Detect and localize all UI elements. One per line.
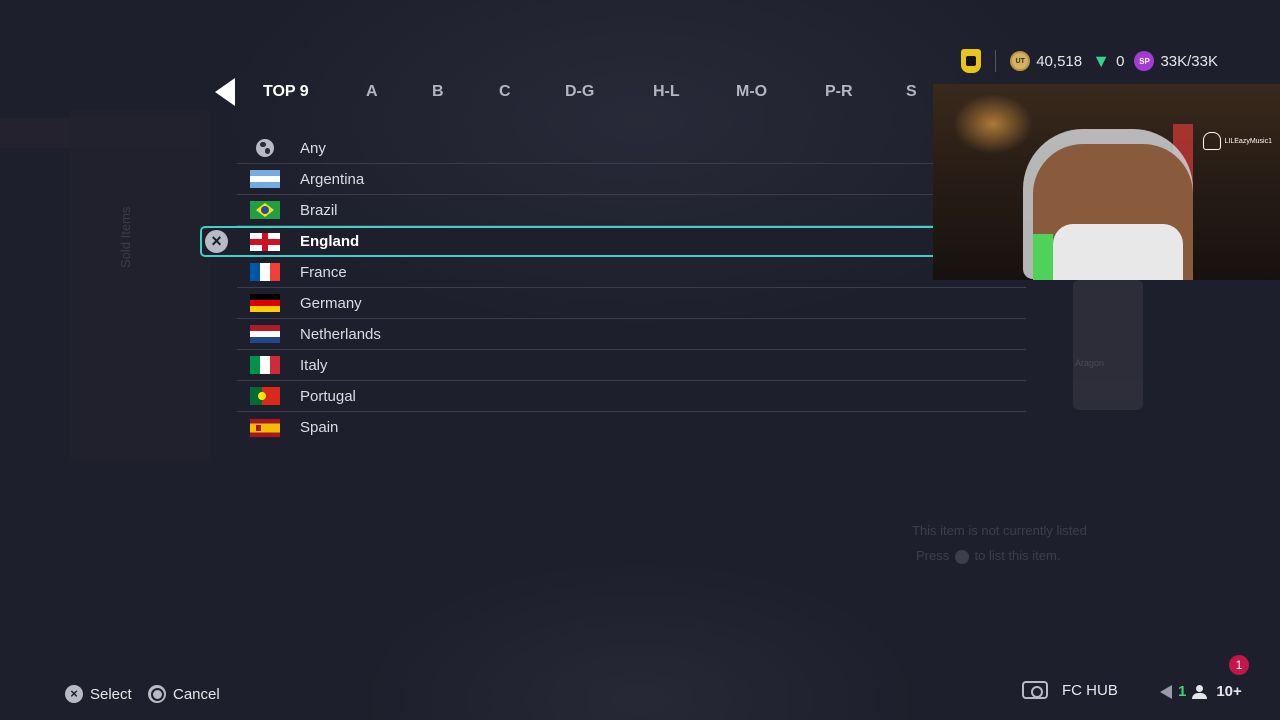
nation-label: England [300,233,360,250]
touchpad-icon [1022,681,1048,699]
snapchat-icon [1202,132,1221,150]
nation-label: Portugal [300,387,356,405]
tab-m-o[interactable]: M-O [736,83,767,101]
select-label: Select [90,685,132,703]
listing-status-text: This item is not currently listed [912,523,1087,538]
friends-count: 10+ [1216,683,1242,700]
france-flag-icon [250,263,280,281]
webcam-lamp [953,94,1033,154]
sp-stat: SP 33K/33K [1134,51,1218,71]
nation-row-italy[interactable]: Italy [237,350,1026,381]
nation-label: Spain [300,419,339,436]
nation-label: Netherlands [300,325,381,343]
select-hint[interactable]: × Select [65,685,132,703]
spain-flag-icon [250,418,280,437]
nation-row-portugal[interactable]: Portugal [237,381,1026,412]
divider [995,50,997,72]
cancel-label: Cancel [173,685,220,703]
nation-row-netherlands[interactable]: Netherlands [237,319,1026,350]
points-value: 0 [1116,52,1125,70]
webcam-shirt [1053,224,1183,280]
fc-hub-label: FC HUB [1062,681,1118,699]
fc-points-icon: ▼ [1092,51,1111,71]
nation-label: Brazil [300,201,338,219]
snapchat-handle-text: LILEazyMusic1 [1224,137,1272,145]
tab-p-r[interactable]: P-R [825,83,853,101]
england-flag-icon [250,232,280,251]
globe-icon [256,139,274,157]
social-status[interactable]: 1 10+ [1160,683,1242,700]
listing-hint-post: to list this item. [974,548,1061,563]
tab-h-l[interactable]: H-L [653,83,680,101]
tab-s[interactable]: S [906,83,917,101]
portugal-flag-icon [250,387,280,405]
coins-value: 40,518 [1036,52,1083,70]
background-panel [70,110,210,460]
nation-row-any[interactable]: Any [237,133,1026,164]
coin-icon: UT [1010,51,1031,71]
cross-button-icon [954,549,969,564]
notification-badge[interactable]: 1 [1229,655,1249,675]
nation-label: Germany [300,294,362,312]
nation-row-france[interactable]: France [237,257,1026,288]
streamer-webcam: LILEazyMusic1 [933,84,1280,280]
nation-row-argentina[interactable]: Argentina [237,164,1026,195]
back-arrow-icon[interactable] [215,78,235,106]
tab-top-9[interactable]: TOP 9 [263,83,309,101]
background-side-label: Sold Items [118,206,133,268]
italy-flag-icon [250,356,280,374]
nation-row-spain[interactable]: Spain [237,412,1026,443]
nation-row-brazil[interactable]: Brazil [237,195,1026,226]
argentina-flag-icon [250,170,280,188]
circle-button-icon [148,685,166,703]
sp-icon: SP [1134,51,1155,71]
tab-c[interactable]: C [499,83,511,101]
voice-count: 1 [1178,683,1187,700]
nation-label: Any [300,139,326,157]
background-player-card: Aragon [1073,280,1143,410]
cancel-hint[interactable]: Cancel [148,685,220,703]
webcam-green-object [1033,234,1053,280]
tab-a[interactable]: A [366,83,378,101]
listing-hint-text: Press to list this item. [916,548,1060,564]
friends-icon [1192,684,1210,699]
germany-flag-icon [250,294,280,312]
fc-hub-button[interactable]: FC HUB [1022,681,1118,699]
listing-hint-pre: Press [916,548,950,563]
tab-d-g[interactable]: D-G [565,83,594,101]
netherlands-flag-icon [250,325,280,343]
cross-button-icon: × [65,685,83,703]
clear-selection-icon[interactable]: × [205,230,228,253]
nation-label: France [300,263,347,281]
tab-b[interactable]: B [432,83,444,101]
points-stat: ▼ 0 [1092,52,1124,70]
coins-stat: UT 40,518 [1010,51,1082,71]
sp-value: 33K/33K [1160,52,1218,70]
voice-icon [1160,684,1172,699]
currency-bar: UT 40,518 ▼ 0 SP 33K/33K [961,46,1218,76]
brazil-flag-icon [250,201,280,219]
card-name: Aragon [1075,358,1105,368]
nation-tabs: TOP 9 A B C D-G H-L M-O P-R S [215,78,935,106]
snapchat-handle: LILEazyMusic1 [1202,132,1272,150]
nation-row-england[interactable]: × England [200,226,940,257]
nation-list: Any Argentina Brazil × England France Ge… [200,133,1026,443]
club-badge-icon [961,49,982,73]
nation-label: Italy [300,356,328,374]
nation-row-germany[interactable]: Germany [237,288,1026,319]
nation-label: Argentina [300,170,365,188]
